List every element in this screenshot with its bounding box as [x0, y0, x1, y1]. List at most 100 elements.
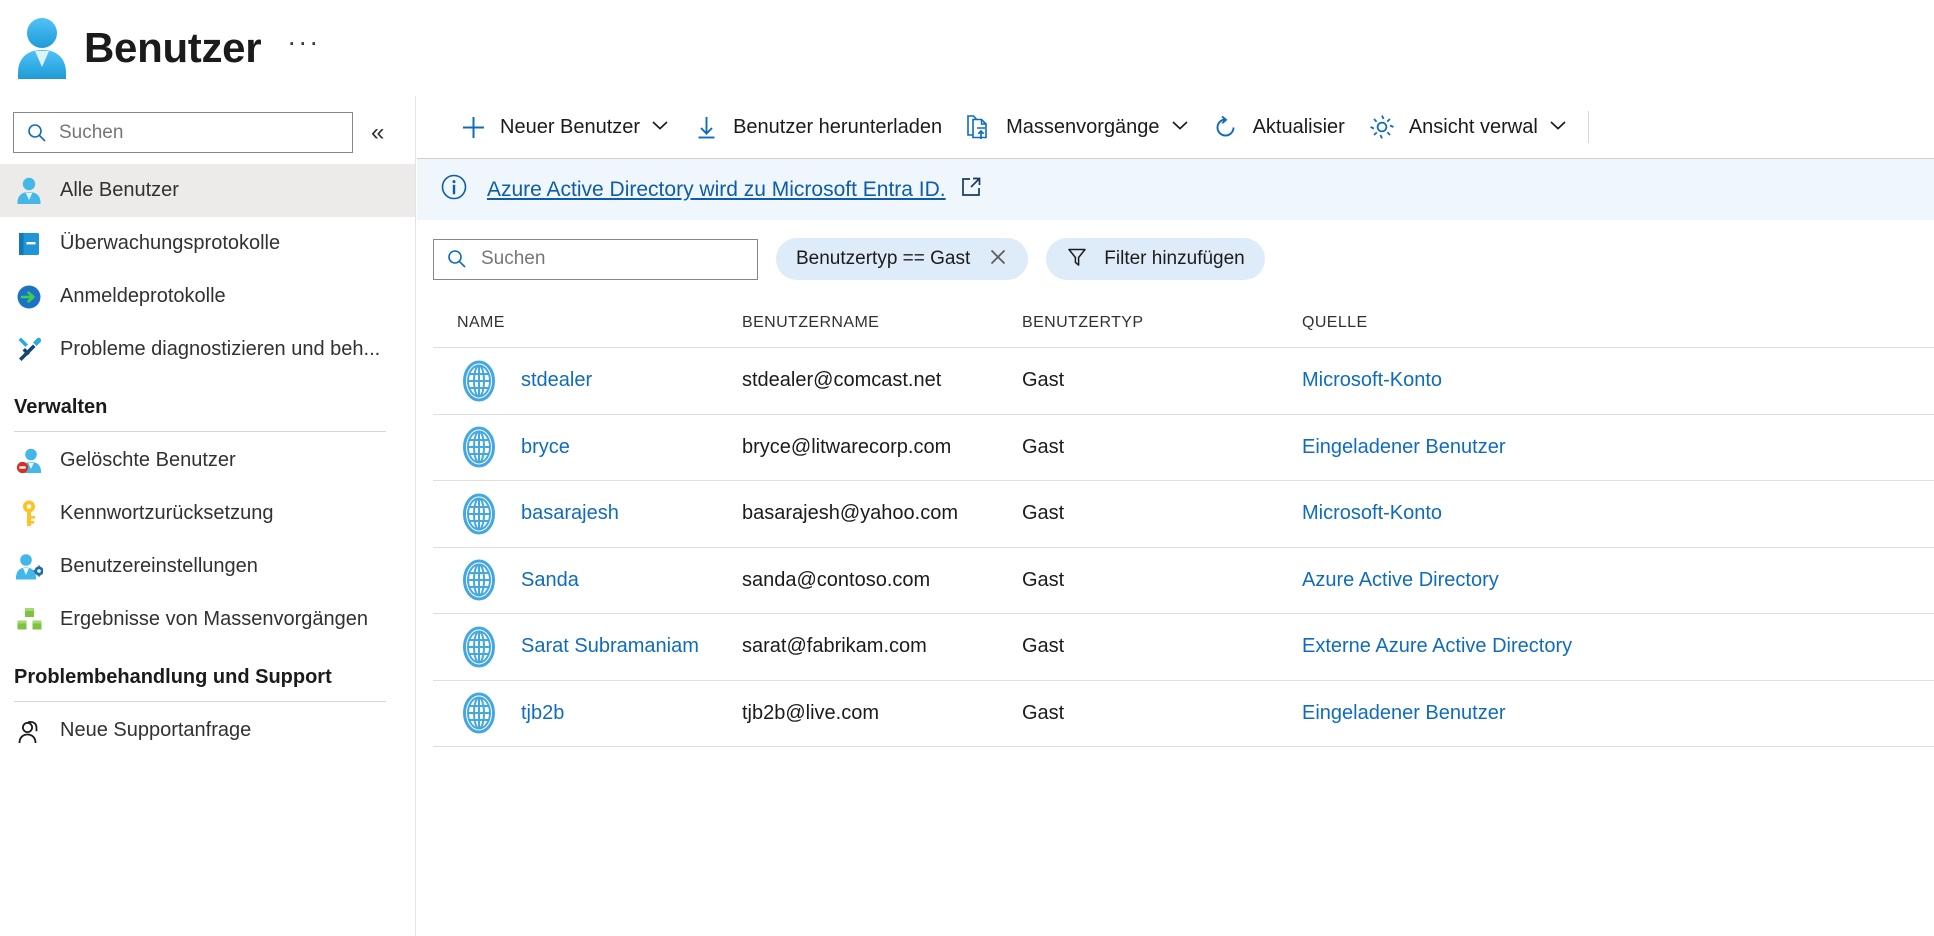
- source-link[interactable]: Eingeladener Benutzer: [1302, 702, 1505, 724]
- cell-usertype: Gast: [1022, 435, 1065, 458]
- sidebar-group-title: Problembehandlung und Support: [14, 666, 332, 688]
- sidebar-item-neue-supportanfrage[interactable]: Neue Supportanfrage: [0, 704, 415, 757]
- user-name-link[interactable]: basarajesh: [521, 502, 619, 525]
- new-user-button[interactable]: Neuer Benutzer: [447, 105, 680, 149]
- sidebar-item-anmeldeprotokolle[interactable]: Anmeldeprotokolle: [0, 270, 415, 323]
- sidebar-item-ueberwachungsprotokolle[interactable]: Überwachungsprotokolle: [0, 217, 415, 270]
- sidebar-search-row: «: [0, 96, 415, 158]
- cell-name: tjb2b: [457, 691, 742, 735]
- sidebar-item-label: Überwachungsprotokolle: [60, 232, 281, 254]
- cell-username: sanda@contoso.com: [742, 568, 931, 591]
- external-link-icon[interactable]: [960, 176, 982, 203]
- column-header-source[interactable]: QUELLE: [1302, 314, 1702, 332]
- refresh-button[interactable]: Aktualisier: [1200, 105, 1356, 149]
- toolbar-divider: [1587, 111, 1589, 143]
- sidebar-item-label: Neue Supportanfrage: [60, 719, 252, 741]
- table-row[interactable]: Sanda sanda@contoso.com Gast Azure Activ…: [433, 548, 1934, 614]
- users-page: Benutzer ··· «: [0, 0, 1934, 936]
- sidebar-group-verwalten-items: Gelöschte Benutzer Kennwortzurücksetzung: [0, 434, 415, 646]
- sidebar-item-alle-benutzer[interactable]: Alle Benutzer: [0, 164, 415, 217]
- source-link[interactable]: Eingeladener Benutzer: [1302, 436, 1505, 458]
- cell-name: Sarat Subramaniam: [457, 625, 742, 669]
- audit-log-icon: [14, 229, 44, 259]
- source-link[interactable]: Externe Azure Active Directory: [1302, 635, 1572, 657]
- cell-name: Sanda: [457, 558, 742, 602]
- bulk-operations-button[interactable]: Massenvorgänge: [953, 105, 1199, 149]
- cell-name: stdealer: [457, 359, 742, 403]
- cell-username: tjb2b@live.com: [742, 701, 880, 724]
- sidebar-search-box[interactable]: [13, 112, 353, 153]
- more-options-button[interactable]: ···: [287, 28, 320, 62]
- globe-icon: [463, 493, 495, 535]
- cell-usertype: Gast: [1022, 568, 1065, 591]
- users-table: NAME BENUTZERNAME BENUTZERTYP QUELLE std…: [417, 298, 1934, 747]
- sidebar-item-geloeschte-benutzer[interactable]: Gelöschte Benutzer: [0, 434, 415, 487]
- table-row[interactable]: Sarat Subramaniam sarat@fabrikam.com Gas…: [433, 614, 1934, 681]
- user-name-link[interactable]: bryce: [521, 436, 570, 459]
- sidebar-item-probleme-diagnostizieren[interactable]: Probleme diagnostizieren und beh...: [0, 323, 415, 376]
- source-link[interactable]: Microsoft-Konto: [1302, 369, 1442, 391]
- column-header-name[interactable]: NAME: [457, 314, 742, 332]
- table-row[interactable]: stdealer stdealer@comcast.net Gast Micro…: [433, 348, 1934, 415]
- close-icon[interactable]: [988, 247, 1008, 272]
- cell-usertype: Gast: [1022, 369, 1065, 392]
- user-name-link[interactable]: tjb2b: [521, 702, 564, 725]
- cell-source: Eingeladener Benutzer: [1302, 702, 1702, 725]
- table-search-input[interactable]: [479, 247, 709, 271]
- info-icon: [439, 172, 469, 207]
- table-row[interactable]: tjb2b tjb2b@live.com Gast Eingeladener B…: [433, 681, 1934, 747]
- support-request-icon: [14, 716, 44, 746]
- cell-name: basarajesh: [457, 492, 742, 536]
- entra-id-banner: Azure Active Directory wird zu Microsoft…: [417, 158, 1934, 220]
- bulk-operations-label: Massenvorgänge: [1006, 115, 1160, 138]
- entra-id-link[interactable]: Azure Active Directory wird zu Microsoft…: [487, 178, 946, 202]
- table-body: stdealer stdealer@comcast.net Gast Micro…: [433, 348, 1934, 747]
- active-filter-label: Benutzertyp == Gast: [796, 248, 971, 269]
- table-header-row: NAME BENUTZERNAME BENUTZERTYP QUELLE: [433, 298, 1934, 348]
- download-icon: [691, 112, 721, 142]
- user-icon: [18, 18, 66, 79]
- sidebar-group-support-items: Neue Supportanfrage: [0, 704, 415, 757]
- source-link[interactable]: Azure Active Directory: [1302, 569, 1499, 591]
- column-header-usertype[interactable]: BENUTZERTYP: [1022, 314, 1302, 332]
- globe-icon: [463, 626, 495, 668]
- sidebar-item-kennwortzuruecksetzung[interactable]: Kennwortzurücksetzung: [0, 487, 415, 540]
- sidebar-item-label: Kennwortzurücksetzung: [60, 502, 274, 524]
- sidebar-group-verwalten: Verwalten: [0, 396, 415, 432]
- table-search-box[interactable]: [433, 238, 758, 280]
- cell-source: Azure Active Directory: [1302, 569, 1702, 592]
- sidebar-item-label: Gelöschte Benutzer: [60, 449, 236, 471]
- user-name-link[interactable]: stdealer: [521, 369, 592, 392]
- column-header-username[interactable]: BENUTZERNAME: [742, 314, 1022, 332]
- search-icon: [448, 250, 466, 268]
- download-users-label: Benutzer herunterladen: [733, 115, 943, 138]
- bulk-results-icon: [14, 605, 44, 635]
- sidebar-group-title: Verwalten: [14, 396, 108, 418]
- cell-source: Externe Azure Active Directory: [1302, 635, 1702, 658]
- sidebar-item-label: Probleme diagnostizieren und beh...: [60, 338, 381, 360]
- cell-name: bryce: [457, 425, 742, 469]
- add-filter-button[interactable]: Filter hinzufügen: [1046, 238, 1265, 280]
- funnel-icon: [1066, 246, 1088, 273]
- cell-usertype: Gast: [1022, 502, 1065, 525]
- active-filter-pill[interactable]: Benutzertyp == Gast: [776, 238, 1029, 280]
- sidebar-item-benutzereinstellungen[interactable]: Benutzereinstellungen: [0, 540, 415, 593]
- sidebar-nav-list: Alle Benutzer Überwachungsprotokolle Anm…: [0, 164, 415, 376]
- table-row[interactable]: basarajesh basarajesh@yahoo.com Gast Mic…: [433, 481, 1934, 548]
- user-name-link[interactable]: Sarat Subramaniam: [521, 635, 699, 658]
- sidebar-search-input[interactable]: [57, 120, 307, 145]
- chevron-down-icon: [1549, 118, 1567, 136]
- double-chevron-left-icon[interactable]: «: [371, 120, 384, 145]
- user-name-link[interactable]: Sanda: [521, 569, 579, 592]
- source-link[interactable]: Microsoft-Konto: [1302, 502, 1442, 524]
- filter-bar: Benutzertyp == Gast Filter hinzufügen: [417, 220, 1934, 298]
- cell-source: Microsoft-Konto: [1302, 502, 1702, 525]
- cell-username: stdealer@comcast.net: [742, 369, 942, 392]
- download-users-button[interactable]: Benutzer herunterladen: [680, 105, 953, 149]
- manage-view-button[interactable]: Ansicht verwal: [1356, 105, 1578, 149]
- command-bar: Neuer Benutzer Benutzer herunterladen Ma…: [417, 96, 1934, 158]
- sidebar-item-ergebnisse-massenvorgaenge[interactable]: Ergebnisse von Massenvorgängen: [0, 593, 415, 646]
- table-row[interactable]: bryce bryce@litwarecorp.com Gast Eingela…: [433, 415, 1934, 481]
- sidebar-group-support: Problembehandlung und Support: [0, 666, 415, 702]
- gear-icon: [1367, 112, 1397, 142]
